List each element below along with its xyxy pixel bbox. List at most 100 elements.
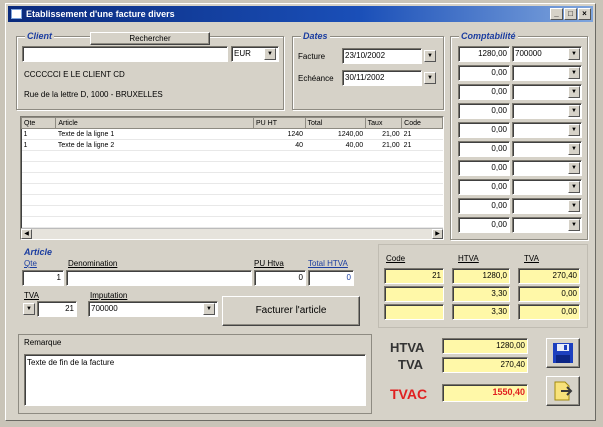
table-row-empty[interactable] [21,150,443,162]
table-row-empty[interactable] [21,183,443,195]
lines-cell: Texte de la ligne 2 [55,139,254,151]
floppy-disk-icon [553,343,573,363]
total-tvac-value: 1550,40 [442,384,528,402]
client-name: CCCCCCI E LE CLIENT CD [24,70,125,79]
accounting-account-dropdown-arrow[interactable]: ▼ [568,162,580,174]
accounting-amount[interactable]: 0,00 [458,198,510,214]
lines-cell: 1 [21,139,56,151]
total-htva-field: 0 [308,270,354,286]
invoice-date-label: Facture [298,52,326,61]
accounting-account-dropdown-arrow[interactable]: ▼ [568,181,580,193]
table-row-empty[interactable] [21,205,443,217]
accounting-amount[interactable]: 0,00 [458,65,510,81]
vat-code-cell [384,304,444,320]
window-title: Etablissement d'une facture divers [26,9,175,19]
vat-htva-cell: 3,30 [452,304,510,320]
description-input[interactable] [66,270,252,286]
accounting-amount[interactable]: 0,00 [458,160,510,176]
imputation-select[interactable]: 700000 [88,301,218,317]
tva-code-dropdown-arrow[interactable]: ▼ [23,303,35,315]
accounting-group-title: Comptabilité [459,31,518,41]
client-search-input[interactable] [22,46,228,62]
lines-column-header[interactable]: Total [304,117,366,129]
table-row[interactable]: 1 Texte de la ligne 2 40 40,00 21,00 21 [21,139,443,151]
minimize-button[interactable]: _ [550,8,563,20]
table-row-empty[interactable] [21,216,443,228]
unit-price-input[interactable]: 0 [254,270,306,286]
lines-column-header[interactable]: Taux [364,117,403,129]
vat-code-header: Code [386,254,406,263]
invoice-date-dropdown-arrow[interactable]: ▼ [424,50,436,62]
unit-price-label: PU Htva [254,259,284,268]
title-bar: Etablissement d'une facture divers _ □ × [8,6,593,22]
table-row-empty[interactable] [21,161,443,173]
accounting-account-dropdown-arrow[interactable]: ▼ [568,86,580,98]
vat-tva-cell: 270,40 [518,268,580,284]
lines-cell: 21 [401,128,443,140]
lines-cell: Texte de la ligne 1 [55,128,254,140]
scroll-left-arrow[interactable]: ◀ [21,229,32,239]
vat-tva-header: TVA [524,254,539,263]
invoice-lines-grid[interactable]: Qte Article PU HT Total Taux Code 1 Texte de l… [20,116,444,240]
vat-code-cell [384,286,444,302]
export-document-icon [554,381,573,401]
accounting-account-dropdown-arrow[interactable]: ▼ [568,67,580,79]
vat-tva-cell: 0,00 [518,304,580,320]
invoice-lines-table: Qte Article PU HT Total Taux Code 1 Texte de l… [21,117,443,239]
accounting-amount[interactable]: 0,00 [458,141,510,157]
lines-cell: 21,00 [365,139,402,151]
due-date-label: Echéance [298,74,334,83]
lines-cell: 1240,00 [305,128,366,140]
accounting-amount[interactable]: 0,00 [458,103,510,119]
accounting-account-dropdown-arrow[interactable]: ▼ [568,124,580,136]
accounting-account-dropdown-arrow[interactable]: ▼ [568,105,580,117]
total-htva-label: Total HTVA [308,259,348,268]
maximize-button[interactable]: □ [564,8,577,20]
table-row-empty[interactable] [21,194,443,206]
search-client-button[interactable]: Rechercher [90,32,210,45]
lines-column-header[interactable]: Article [55,117,254,129]
qty-label: Qte [24,259,37,268]
imputation-label: Imputation [90,291,128,300]
lines-column-header[interactable]: Code [401,117,443,129]
lines-column-header[interactable]: PU HT [252,117,306,129]
accounting-amount[interactable]: 0,00 [458,84,510,100]
horizontal-scrollbar[interactable]: ◀ ▶ [21,228,443,239]
accounting-amount[interactable]: 0,00 [458,217,510,233]
imputation-dropdown-arrow[interactable]: ▼ [203,303,215,315]
qty-input[interactable]: 1 [22,270,64,286]
tva-code-field[interactable]: 21 [37,301,77,317]
table-row-empty[interactable] [21,172,443,184]
accounting-amount[interactable]: 1280,00 [458,46,510,62]
currency-dropdown-arrow[interactable]: ▼ [264,48,276,60]
save-button[interactable] [546,338,580,368]
invoice-date-field[interactable]: 23/10/2002 [342,48,422,64]
lines-cell: 1240 [253,128,306,140]
client-group-title: Client [25,31,55,41]
export-button[interactable] [546,376,580,406]
vat-htva-header: HTVA [458,254,479,263]
total-tva-summary-label: TVA [398,357,424,372]
total-htva-summary-label: HTVA [390,340,425,355]
remark-textarea[interactable]: Texte de fin de la facture [24,354,366,406]
tva-code-label: TVA [24,291,39,300]
accounting-account-dropdown-arrow[interactable]: ▼ [568,48,580,60]
lines-cell: 21,00 [365,128,402,140]
accounting-account-dropdown-arrow[interactable]: ▼ [568,200,580,212]
accounting-amount[interactable]: 0,00 [458,122,510,138]
due-date-dropdown-arrow[interactable]: ▼ [424,72,436,84]
accounting-account-dropdown-arrow[interactable]: ▼ [568,219,580,231]
accounting-amount[interactable]: 0,00 [458,179,510,195]
table-row[interactable]: 1 Texte de la ligne 1 1240 1240,00 21,00 21 [21,128,443,140]
close-button[interactable]: × [578,8,591,20]
lines-column-header[interactable]: Qte [21,117,57,129]
lines-cell: 1 [21,128,56,140]
invoice-article-button[interactable]: Facturer l'article [222,296,360,326]
due-date-field[interactable]: 30/11/2002 [342,70,422,86]
app-icon [11,9,22,19]
lines-cell: 40,00 [305,139,366,151]
scroll-right-arrow[interactable]: ▶ [432,229,443,239]
accounting-account-dropdown-arrow[interactable]: ▼ [568,143,580,155]
vat-htva-cell: 1280,0 [452,268,510,284]
vat-htva-cell: 3,30 [452,286,510,302]
